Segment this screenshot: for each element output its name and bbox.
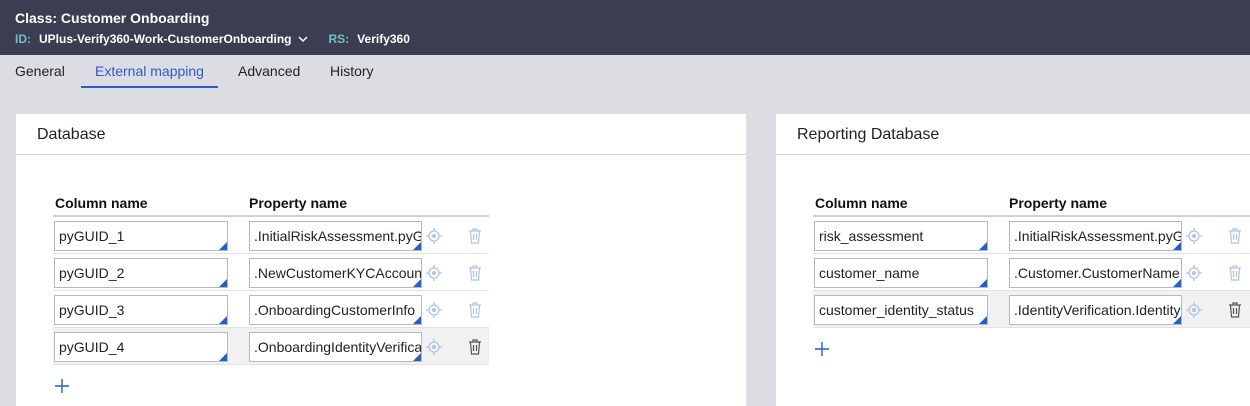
- table-row: pyGUID_1 .InitialRiskAssessment.pyGUID: [53, 217, 489, 254]
- database-panel: Database Column name Property name pyGUI…: [16, 114, 746, 406]
- tab-history[interactable]: History: [330, 63, 374, 88]
- column-name-input[interactable]: customer_name: [814, 258, 988, 288]
- class-header: Class: Customer Onboarding ID: UPlus-Ver…: [0, 0, 1250, 55]
- column-name-header: Column name: [55, 195, 148, 211]
- trash-icon[interactable]: [1228, 228, 1242, 244]
- table-row: pyGUID_3 .OnboardingCustomerInfo: [53, 291, 489, 328]
- database-title: Database: [37, 126, 106, 143]
- property-name-header: Property name: [249, 195, 348, 211]
- trash-icon[interactable]: [468, 228, 482, 244]
- tab-bar: General External mapping Advanced Histor…: [0, 55, 1250, 88]
- divider: [16, 154, 746, 155]
- property-name-input[interactable]: .InitialRiskAssessment.pyGUID: [249, 221, 422, 251]
- class-title: Class: Customer Onboarding: [15, 10, 210, 26]
- property-name-header: Property name: [1009, 195, 1108, 211]
- reporting-database-panel: Reporting Database Column name Property …: [776, 114, 1250, 406]
- table-row: pyGUID_2 .NewCustomerKYCAccount: [53, 254, 489, 291]
- property-name-input[interactable]: .OnboardingCustomerInfo: [249, 295, 422, 325]
- property-name-input[interactable]: .NewCustomerKYCAccount: [249, 258, 422, 288]
- class-meta: ID: UPlus-Verify360-Work-CustomerOnboard…: [15, 32, 410, 46]
- column-name-input[interactable]: pyGUID_1: [54, 221, 228, 251]
- trash-icon[interactable]: [1228, 302, 1242, 318]
- column-name-input[interactable]: pyGUID_2: [54, 258, 228, 288]
- crosshair-target-icon[interactable]: [426, 302, 442, 318]
- tab-advanced[interactable]: Advanced: [238, 63, 300, 88]
- trash-icon[interactable]: [468, 339, 482, 355]
- reporting-database-title: Reporting Database: [797, 126, 940, 143]
- crosshair-target-icon[interactable]: [426, 339, 442, 355]
- crosshair-target-icon[interactable]: [1186, 228, 1202, 244]
- add-row-plus-icon[interactable]: [54, 378, 70, 394]
- property-name-input[interactable]: .IdentityVerification.IdentityStatus: [1009, 295, 1182, 325]
- trash-icon[interactable]: [1228, 265, 1242, 281]
- property-name-input[interactable]: .Customer.CustomerName: [1009, 258, 1182, 288]
- tab-external-mapping[interactable]: External mapping: [81, 63, 218, 88]
- column-name-input[interactable]: pyGUID_3: [54, 295, 228, 325]
- property-name-input[interactable]: .OnboardingIdentityVerification: [249, 332, 422, 362]
- chevron-down-icon[interactable]: [297, 33, 309, 45]
- column-name-input[interactable]: customer_identity_status: [814, 295, 988, 325]
- table-row: risk_assessment .InitialRiskAssessment.p…: [813, 217, 1250, 254]
- divider: [776, 154, 1250, 155]
- id-value[interactable]: UPlus-Verify360-Work-CustomerOnboarding: [39, 32, 292, 46]
- trash-icon[interactable]: [468, 265, 482, 281]
- table-row: pyGUID_4 .OnboardingIdentityVerification: [53, 328, 489, 365]
- trash-icon[interactable]: [468, 302, 482, 318]
- column-name-header: Column name: [815, 195, 908, 211]
- rs-label: RS:: [328, 32, 350, 46]
- crosshair-target-icon[interactable]: [426, 228, 442, 244]
- tab-general[interactable]: General: [15, 63, 65, 88]
- crosshair-target-icon[interactable]: [1186, 265, 1202, 281]
- table-row: customer_name .Customer.CustomerName: [813, 254, 1250, 291]
- property-name-input[interactable]: .InitialRiskAssessment.pyGUID: [1009, 221, 1182, 251]
- crosshair-target-icon[interactable]: [1186, 302, 1202, 318]
- id-label: ID:: [15, 32, 31, 46]
- column-name-input[interactable]: pyGUID_4: [54, 332, 228, 362]
- column-name-input[interactable]: risk_assessment: [814, 221, 988, 251]
- crosshair-target-icon[interactable]: [426, 265, 442, 281]
- table-row: customer_identity_status .IdentityVerifi…: [813, 291, 1250, 328]
- add-row-plus-icon[interactable]: [814, 341, 830, 357]
- rs-value: Verify360: [357, 32, 410, 46]
